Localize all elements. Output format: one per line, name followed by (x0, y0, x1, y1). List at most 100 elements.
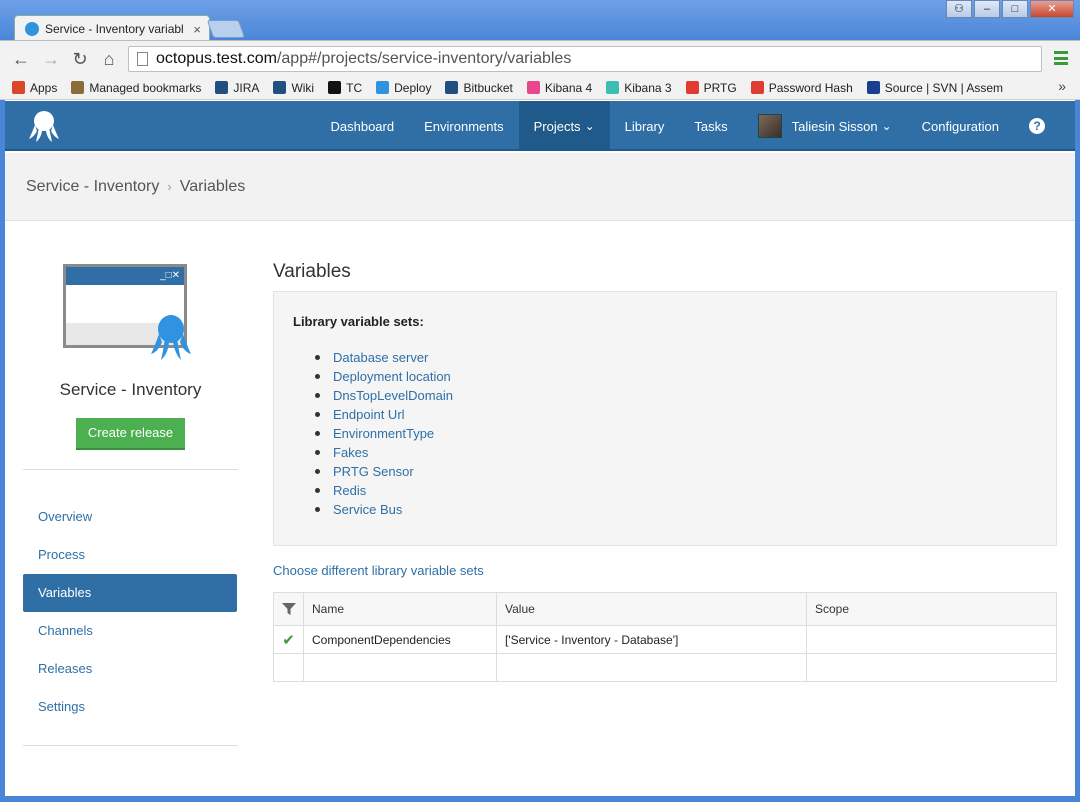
tab-close-icon[interactable]: × (193, 22, 201, 37)
library-variable-sets-panel: Library variable sets: Database server De… (273, 291, 1057, 546)
octopus-favicon-icon (25, 22, 39, 36)
minimize-icon[interactable]: – (974, 0, 1000, 18)
forward-icon[interactable]: → (40, 49, 62, 69)
library-set-link[interactable]: Database server (315, 348, 453, 367)
window-illustration-bar: _□✕ (66, 267, 184, 285)
variable-scope-cell[interactable] (807, 626, 1056, 653)
library-sets-list: Database server Deployment location DnsTop… (315, 348, 453, 519)
new-tab-button[interactable] (206, 20, 246, 38)
variable-name-cell[interactable]: ComponentDependencies (304, 626, 497, 653)
column-header-name[interactable]: Name (304, 593, 497, 625)
library-sets-label: Library variable sets: (293, 314, 424, 329)
library-set-link[interactable]: PRTG Sensor (315, 462, 453, 481)
home-icon[interactable]: ⌂ (98, 49, 120, 69)
kibana-icon (526, 81, 540, 94)
nav-tasks[interactable]: Tasks (679, 101, 742, 151)
library-set-link[interactable]: Fakes (315, 443, 453, 462)
bookmarks-overflow-icon[interactable]: » (1058, 78, 1066, 94)
create-release-button[interactable]: Create release (76, 418, 185, 450)
user-profile-icon[interactable]: ⚇ (946, 0, 972, 18)
bookmark-item[interactable]: Wiki (273, 81, 314, 95)
library-set-link[interactable]: Redis (315, 481, 453, 500)
bookmark-item[interactable]: Managed bookmarks (71, 81, 201, 95)
bookmark-label: Deploy (394, 80, 432, 95)
browser-titlebar: Service - Inventory variabl × ⚇ – □ ✕ (0, 0, 1080, 42)
chevron-down-icon: ⌄ (881, 119, 892, 133)
main-nav: Dashboard Environments Projects ⌄ Library… (316, 101, 1076, 151)
library-set-link[interactable]: Endpoint Url (315, 405, 453, 424)
nav-help[interactable]: ? (1014, 101, 1075, 151)
window-controls: ⚇ – □ ✕ (946, 0, 1074, 18)
octopus-logo-icon[interactable] (27, 109, 61, 143)
library-set-link[interactable]: Deployment location (315, 367, 453, 386)
bookmark-item[interactable]: Password Hash (750, 81, 853, 95)
browser-tab[interactable]: Service - Inventory variabl × (14, 15, 210, 42)
breadcrumb-separator: › (167, 179, 172, 194)
column-header-value[interactable]: Value (497, 593, 807, 625)
octopus-mascot-icon (151, 315, 191, 360)
back-icon[interactable]: ← (10, 49, 32, 69)
filter-column[interactable] (274, 593, 304, 625)
table-header: Name Value Scope (274, 593, 1056, 626)
sidebar-item-variables[interactable]: Variables (23, 574, 237, 612)
url-host: octopus.test.com (156, 50, 277, 67)
bookmark-item[interactable]: PRTG (685, 80, 737, 95)
project-name: Service - Inventory (59, 380, 202, 399)
maximize-icon[interactable]: □ (1002, 0, 1028, 18)
bookmark-item[interactable]: Kibana 4 (526, 81, 592, 95)
reload-icon[interactable]: ↻ (69, 49, 91, 69)
library-set-link[interactable]: DnsTopLevelDomain (315, 386, 453, 405)
window-illustration-controls: _□✕ (160, 270, 180, 281)
breadcrumb: Service - Inventory › Variables (5, 153, 1075, 221)
bookmark-label: Bitbucket (463, 80, 513, 95)
new-variable-row[interactable] (274, 654, 1056, 681)
sidebar-item-settings[interactable]: Settings (23, 688, 237, 726)
close-window-icon[interactable]: ✕ (1030, 0, 1074, 18)
nav-environments-label: Environments (424, 118, 504, 134)
nav-projects[interactable]: Projects ⌄ (518, 101, 610, 151)
octopus-icon (376, 81, 390, 94)
kibana-icon (606, 81, 620, 94)
bookmark-label: Apps (30, 80, 58, 95)
variable-value-cell[interactable]: ['Service - Inventory - Database'] (497, 626, 807, 653)
nav-tasks-label: Tasks (694, 118, 728, 134)
chevron-down-icon: ⌄ (584, 119, 595, 133)
bookmark-item[interactable]: Deploy (376, 81, 431, 95)
bookmark-item[interactable]: TC (328, 81, 362, 95)
bookmark-item[interactable]: Apps (12, 81, 57, 95)
bookmark-item[interactable]: Bitbucket (445, 80, 513, 95)
nav-user-menu[interactable]: Taliesin Sisson ⌄ (743, 101, 907, 151)
sidebar-item-channels[interactable]: Channels (23, 612, 237, 650)
bookmark-label: JIRA (233, 80, 260, 95)
sidebar-item-releases[interactable]: Releases (23, 650, 237, 688)
library-set-link[interactable]: EnvironmentType (315, 424, 453, 443)
table-row[interactable]: ✔ ComponentDependencies ['Service - Inve… (274, 626, 1056, 654)
new-status-cell (274, 654, 304, 681)
nav-library-label: Library (624, 118, 665, 134)
address-bar[interactable]: octopus.test.com/app#/projects/service-i… (128, 46, 1042, 72)
nav-environments[interactable]: Environments (409, 101, 518, 151)
column-header-scope[interactable]: Scope (807, 593, 1056, 625)
bookmark-label: PRTG (703, 80, 737, 95)
window-frame-bottom (0, 796, 1080, 802)
bookmark-label: Managed bookmarks (89, 80, 202, 95)
bookmark-label: TC (346, 80, 363, 95)
sidebar-item-process[interactable]: Process (23, 536, 237, 574)
choose-library-sets-link[interactable]: Choose different library variable sets (273, 563, 484, 578)
library-set-link[interactable]: Service Bus (315, 500, 453, 519)
nav-configuration[interactable]: Configuration (907, 101, 1014, 151)
bookmark-item[interactable]: Source | SVN | Assem (866, 81, 1003, 95)
new-variable-scope-cell[interactable] (807, 654, 1056, 681)
browser-menu-icon[interactable] (1054, 51, 1068, 65)
assembla-icon (866, 81, 880, 94)
nav-library[interactable]: Library (610, 101, 680, 151)
new-variable-name-cell[interactable] (304, 654, 497, 681)
prtg-icon (685, 81, 699, 94)
nav-dashboard[interactable]: Dashboard (316, 101, 410, 151)
breadcrumb-project-link[interactable]: Service - Inventory (26, 178, 159, 196)
bookmark-item[interactable]: Kibana 3 (606, 81, 672, 95)
bookmark-item[interactable]: JIRA (215, 81, 259, 95)
new-variable-value-cell[interactable] (497, 654, 807, 681)
sidebar-item-overview[interactable]: Overview (23, 498, 237, 536)
confluence-icon (273, 81, 287, 94)
